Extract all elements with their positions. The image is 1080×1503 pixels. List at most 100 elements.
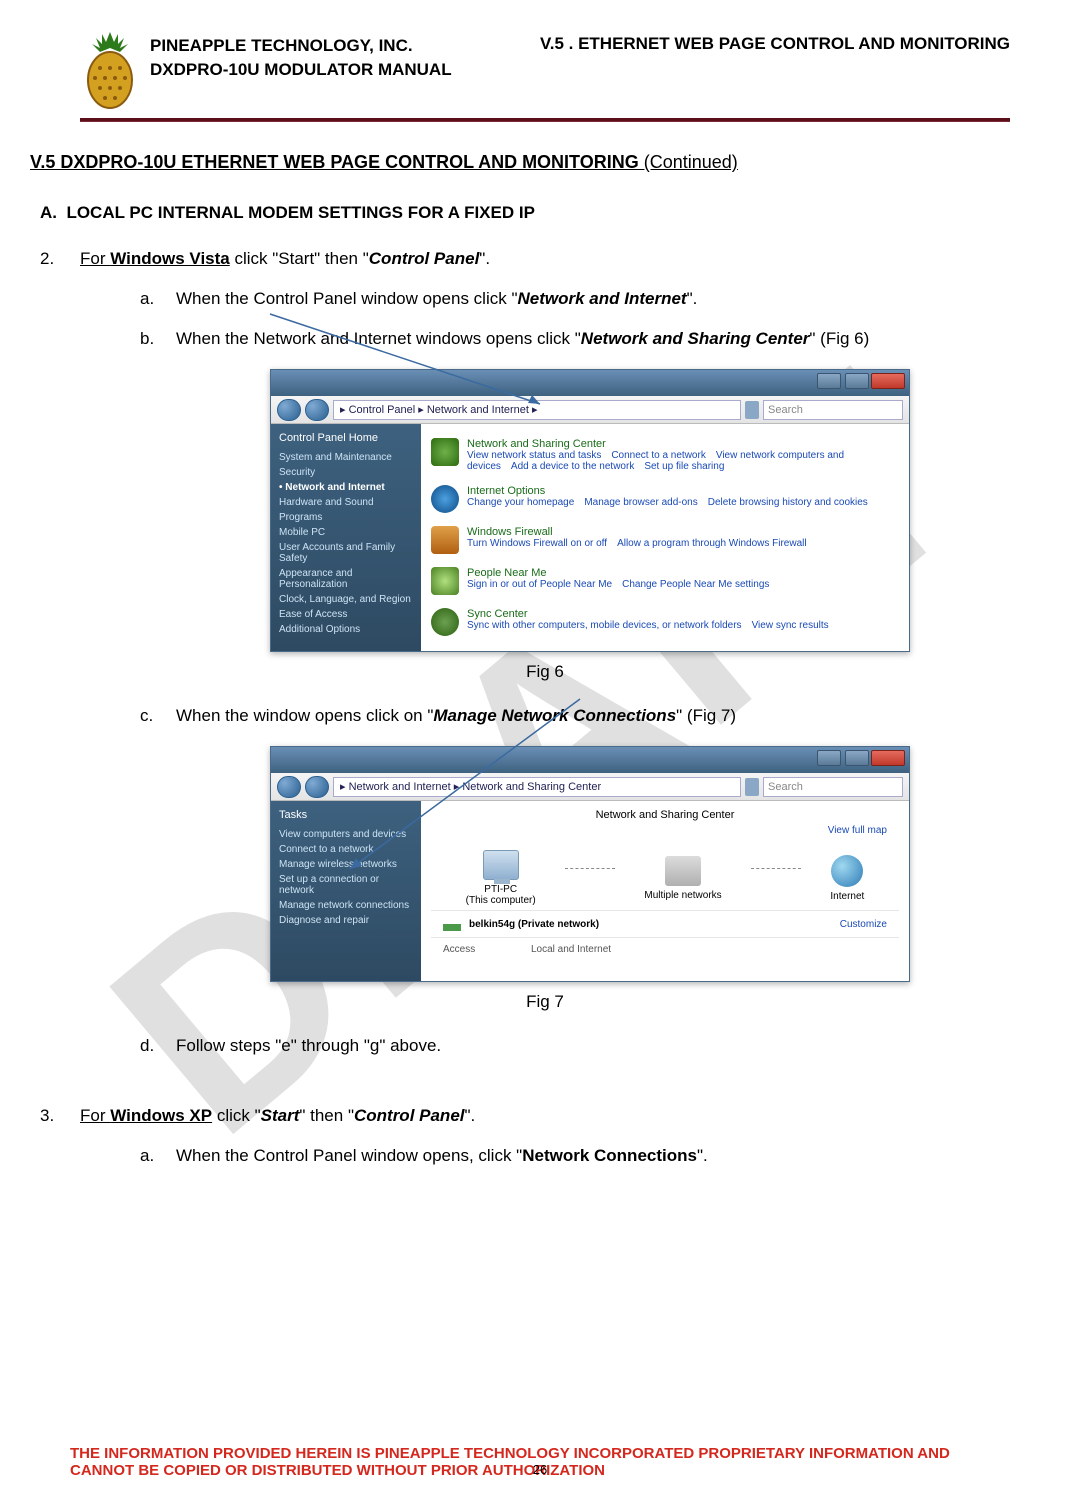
pineapple-logo-icon (80, 30, 140, 110)
category-link[interactable]: Change People Near Me settings (622, 579, 769, 590)
manual-name: DXDPRO-10U MODULATOR MANUAL (150, 58, 452, 82)
network-node: Multiple networks (644, 856, 721, 901)
category-link[interactable]: Sync with other computers, mobile device… (467, 620, 742, 631)
task-link[interactable]: Diagnose and repair (279, 913, 413, 928)
category-link[interactable]: Set up file sharing (644, 461, 724, 472)
forward-button[interactable] (305, 399, 329, 421)
network-node: PTI-PC(This computer) (466, 850, 536, 906)
sidebar-item[interactable]: Appearance and Personalization (279, 566, 413, 592)
node-icon (665, 856, 701, 886)
tasks-sidebar: Tasks View computers and devicesConnect … (271, 801, 421, 981)
sharing-center-main: Network and Sharing Center View full map… (421, 801, 909, 981)
category-link[interactable]: Sign in or out of People Near Me (467, 579, 612, 590)
maximize-button[interactable] (845, 750, 869, 766)
category-row: Windows FirewallTurn Windows Firewall on… (431, 520, 899, 561)
figure-6-caption: Fig 6 (80, 662, 1010, 682)
category-icon (431, 567, 459, 595)
breadcrumb[interactable]: ▸ Control Panel ▸ Network and Internet ▸ (333, 400, 741, 420)
signal-icon (443, 917, 461, 931)
task-link[interactable]: Manage wireless networks (279, 857, 413, 872)
network-name: belkin54g (Private network) (469, 919, 599, 930)
sidebar-item[interactable]: Ease of Access (279, 607, 413, 622)
page-number: 26 (70, 1462, 1010, 1477)
category-icon (431, 526, 459, 554)
node-icon (483, 850, 519, 880)
sidebar-item[interactable]: User Accounts and Family Safety (279, 540, 413, 566)
sidebar-item[interactable]: Additional Options (279, 622, 413, 637)
view-full-map-link[interactable]: View full map (431, 821, 899, 836)
access-label: Access (443, 944, 523, 955)
window-titlebar (271, 747, 909, 773)
node-icon (831, 855, 863, 887)
sidebar-item[interactable]: System and Maintenance (279, 450, 413, 465)
task-link[interactable]: View computers and devices (279, 827, 413, 842)
dropdown-icon[interactable] (745, 401, 759, 419)
step-2d: d. Follow steps "e" through "g" above. (140, 1036, 1010, 1056)
maximize-button[interactable] (845, 373, 869, 389)
window-titlebar (271, 370, 909, 396)
company-name: PINEAPPLE TECHNOLOGY, INC. (150, 34, 452, 58)
category-link[interactable]: View network status and tasks (467, 450, 601, 461)
connection-line (565, 868, 615, 869)
category-link[interactable]: Delete browsing history and cookies (708, 497, 868, 508)
category-link[interactable]: Add a device to the network (511, 461, 634, 472)
section-header: V.5 . ETHERNET WEB PAGE CONTROL AND MONI… (540, 34, 1010, 82)
category-link[interactable]: Connect to a network (611, 450, 706, 461)
category-title[interactable]: Windows Firewall (467, 526, 817, 538)
step-3a: a. When the Control Panel window opens, … (140, 1146, 1010, 1166)
figure-6: ▸ Control Panel ▸ Network and Internet ▸… (270, 369, 910, 652)
sidebar-header: Control Panel Home (279, 432, 413, 444)
sidebar-item[interactable]: Hardware and Sound (279, 495, 413, 510)
figure-7: ▸ Network and Internet ▸ Network and Sha… (270, 746, 910, 982)
back-button[interactable] (277, 776, 301, 798)
customize-link[interactable]: Customize (840, 919, 887, 930)
step-2c: c. When the window opens click on "Manag… (140, 706, 1010, 726)
sidebar-item[interactable]: Mobile PC (279, 525, 413, 540)
minimize-button[interactable] (817, 373, 841, 389)
dropdown-icon[interactable] (745, 778, 759, 796)
search-input[interactable]: Search (763, 400, 903, 420)
category-link[interactable]: Change your homepage (467, 497, 574, 508)
category-link[interactable]: Allow a program through Windows Firewall (617, 538, 807, 549)
control-panel-sidebar: Control Panel Home System and Maintenanc… (271, 424, 421, 651)
category-row: Sync CenterSync with other computers, mo… (431, 602, 899, 643)
category-title[interactable]: Internet Options (467, 485, 878, 497)
close-button[interactable] (871, 373, 905, 389)
sidebar-header: Tasks (279, 809, 413, 821)
category-title[interactable]: Network and Sharing Center (467, 438, 899, 450)
category-icon (431, 438, 459, 466)
category-link[interactable]: View sync results (752, 620, 829, 631)
search-input[interactable]: Search (763, 777, 903, 797)
sidebar-item[interactable]: Programs (279, 510, 413, 525)
category-title[interactable]: Sync Center (467, 608, 839, 620)
subsection-a: A. LOCAL PC INTERNAL MODEM SETTINGS FOR … (40, 203, 1010, 223)
category-title[interactable]: People Near Me (467, 567, 779, 579)
network-node: Internet (830, 855, 864, 902)
step-3: 3. For Windows XP click "Start" then "Co… (40, 1106, 1010, 1126)
forward-button[interactable] (305, 776, 329, 798)
minimize-button[interactable] (817, 750, 841, 766)
task-link[interactable]: Set up a connection or network (279, 872, 413, 898)
header-rule (80, 118, 1010, 122)
sidebar-item[interactable]: • Network and Internet (279, 480, 413, 495)
sidebar-item[interactable]: Clock, Language, and Region (279, 592, 413, 607)
connection-line (751, 868, 801, 869)
main-title: Network and Sharing Center (431, 809, 899, 821)
category-icon (431, 608, 459, 636)
category-link[interactable]: Turn Windows Firewall on or off (467, 538, 607, 549)
category-icon (431, 485, 459, 513)
page-header: PINEAPPLE TECHNOLOGY, INC. DXDPRO-10U MO… (80, 30, 1010, 110)
footer-notice: THE INFORMATION PROVIDED HEREIN IS PINEA… (70, 1445, 1010, 1479)
step-2b: b. When the Network and Internet windows… (140, 329, 1010, 349)
close-button[interactable] (871, 750, 905, 766)
task-link[interactable]: Connect to a network (279, 842, 413, 857)
breadcrumb[interactable]: ▸ Network and Internet ▸ Network and Sha… (333, 777, 741, 797)
category-row: Network and Sharing CenterView network s… (431, 432, 899, 479)
task-link[interactable]: Manage network connections (279, 898, 413, 913)
sidebar-item[interactable]: Security (279, 465, 413, 480)
access-value: Local and Internet (531, 944, 611, 955)
control-panel-main: Network and Sharing CenterView network s… (421, 424, 909, 651)
back-button[interactable] (277, 399, 301, 421)
section-title: V.5 DXDPRO-10U ETHERNET WEB PAGE CONTROL… (30, 152, 1010, 173)
category-link[interactable]: Manage browser add-ons (584, 497, 697, 508)
